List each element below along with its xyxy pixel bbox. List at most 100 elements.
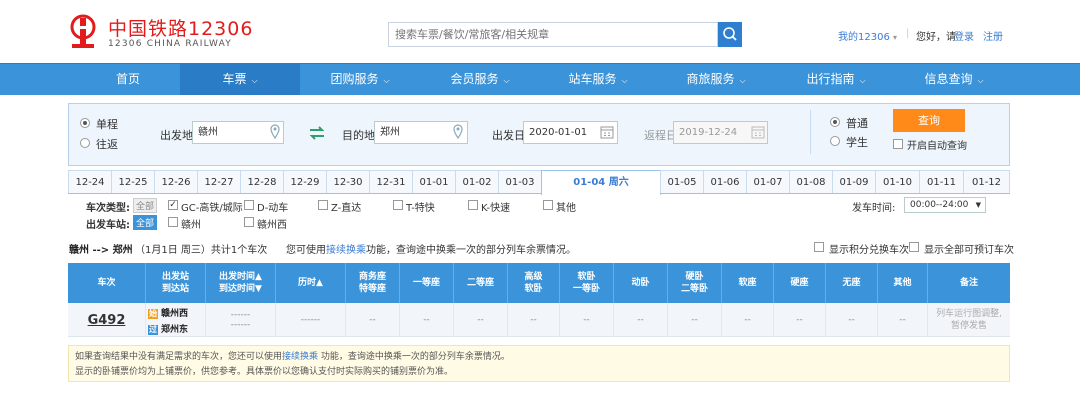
search-button[interactable] — [718, 22, 742, 47]
location-pin-icon[interactable] — [270, 124, 280, 140]
tab-date[interactable]: 12-31 — [369, 170, 413, 193]
date-summary: （1月1日 周三）共计1个车次 — [135, 245, 268, 256]
checkbox-ganzhou[interactable] — [168, 217, 178, 227]
train-type-d: D-动车 — [257, 203, 289, 214]
col-stations[interactable]: 出发站 到达站 — [146, 263, 206, 303]
tab-date[interactable]: 12-25 — [111, 170, 155, 193]
show-points-checkbox[interactable] — [814, 242, 824, 252]
transfer-link[interactable]: 接续换乘 — [282, 352, 318, 362]
col-emu-sleeper: 动卧 — [614, 263, 668, 303]
depart-station-label: 出发车站: — [86, 220, 130, 231]
main-nav: 首页 车票 ⌵ 团购服务 ⌵ 会员服务 ⌵ 站车服务 ⌵ 商旅服务 ⌵ 出行指南 ⌵ 信息查… — [0, 63, 1080, 95]
register-link[interactable]: 注册 — [983, 28, 1003, 43]
railway-logo-icon[interactable] — [68, 14, 98, 50]
seat-cell: -- — [508, 303, 560, 337]
from-station[interactable]: 赣州西 — [161, 309, 188, 319]
seat-cell: -- — [400, 303, 454, 337]
tab-date[interactable]: 12-28 — [240, 170, 284, 193]
tab-date[interactable]: 01-07 — [746, 170, 790, 193]
checkbox-k[interactable] — [468, 200, 478, 210]
nav-item-member[interactable]: 会员服务 ⌵ — [420, 64, 540, 95]
seat-cell: -- — [454, 303, 508, 337]
chevron-down-icon: ⌵ — [859, 76, 866, 85]
col-soft-seat: 软座 — [722, 263, 774, 303]
depart-time-select[interactable]: 00:00--24:00 ▼ — [904, 197, 986, 213]
tab-date[interactable]: 01-12 — [963, 170, 1010, 193]
transfer-link[interactable]: 接续换乘 — [326, 245, 366, 256]
divider — [810, 110, 811, 154]
round-trip-radio[interactable] — [80, 138, 90, 148]
search-icon — [723, 27, 737, 41]
to-station[interactable]: 郑州东 — [161, 325, 188, 335]
chevron-down-icon: ⌵ — [739, 76, 746, 85]
show-all-checkbox[interactable] — [909, 242, 919, 252]
nav-item-guide[interactable]: 出行指南 ⌵ — [776, 64, 896, 95]
tab-date[interactable]: 12-24 — [68, 170, 112, 193]
calendar-icon[interactable] — [600, 125, 614, 139]
location-pin-icon[interactable] — [453, 124, 463, 140]
tab-date[interactable]: 01-08 — [789, 170, 833, 193]
one-way-radio[interactable] — [80, 118, 90, 128]
tab-date[interactable]: 12-30 — [326, 170, 370, 193]
query-button[interactable]: 查询 — [893, 109, 965, 132]
ticket-student-radio[interactable] — [830, 136, 840, 146]
pass-station-icon: 过 — [148, 324, 158, 335]
col-business: 商务座 特等座 — [346, 263, 400, 303]
my-account-link[interactable]: 我的12306 ▾ — [838, 28, 897, 43]
ticket-student-label: 学生 — [846, 136, 868, 149]
auto-query-checkbox[interactable] — [893, 139, 903, 149]
logo-title[interactable]: 中国铁路12306 — [108, 14, 253, 41]
nav-item-group[interactable]: 团购服务 ⌵ — [300, 64, 420, 95]
checkbox-t[interactable] — [393, 200, 403, 210]
col-other: 其他 — [878, 263, 928, 303]
train-type-z: Z-直达 — [331, 203, 362, 214]
chevron-down-icon: ▼ — [975, 201, 981, 209]
swap-stations-icon[interactable] — [309, 126, 325, 140]
checkbox-ganzhou-west[interactable] — [244, 217, 254, 227]
train-type-all[interactable]: 全部 — [133, 198, 158, 213]
col-times[interactable]: 出发时间▲ 到达时间▼ — [206, 263, 276, 303]
tab-date[interactable]: 12-26 — [154, 170, 198, 193]
times-cell: ------ ------ — [206, 303, 276, 337]
nav-item-business[interactable]: 商旅服务 ⌵ — [656, 64, 776, 95]
nav-item-home[interactable]: 首页 — [68, 64, 188, 95]
tab-date[interactable]: 01-05 — [660, 170, 704, 193]
checkbox-d[interactable] — [244, 200, 254, 210]
ticket-normal-radio[interactable] — [830, 117, 840, 127]
depart-date-label: 出发日 — [492, 129, 525, 142]
search-input[interactable] — [389, 23, 717, 46]
tab-date-selected[interactable]: 01-04 周六 — [541, 170, 661, 195]
tab-date[interactable]: 01-03 — [498, 170, 542, 193]
col-soft-sleeper: 软卧 一等卧 — [560, 263, 614, 303]
checkbox-other[interactable] — [543, 200, 553, 210]
checkbox-z[interactable] — [318, 200, 328, 210]
notice-line-2: 显示的卧铺票价均为上铺票价，供您参考。具体票价以您确认支付时实际购买的铺别票价为… — [75, 367, 454, 377]
train-number-link[interactable]: G492 — [68, 303, 146, 337]
nav-item-station[interactable]: 站车服务 ⌵ — [538, 64, 658, 95]
table-row: G492 始赣州西 过郑州东 ------ ------ ------ -- --… — [68, 303, 1010, 337]
tab-date[interactable]: 12-29 — [283, 170, 327, 193]
tab-date[interactable]: 01-02 — [455, 170, 499, 193]
transfer-tip: 您可使用接续换乘功能，查询途中换乘一次的部分列车余票情况。 — [286, 245, 576, 256]
tab-date[interactable]: 01-11 — [919, 170, 964, 193]
seat-cell: -- — [774, 303, 826, 337]
train-type-other: 其他 — [556, 203, 576, 214]
checkbox-gc[interactable]: ✓ — [168, 200, 178, 210]
seat-cell: -- — [826, 303, 878, 337]
tab-date[interactable]: 01-01 — [412, 170, 456, 193]
nav-item-info[interactable]: 信息查询 ⌵ — [894, 64, 1014, 95]
station-ganzhou: 赣州 — [181, 220, 201, 231]
search-box[interactable] — [388, 22, 718, 47]
login-link[interactable]: 登录 — [954, 28, 974, 43]
calendar-icon[interactable] — [751, 125, 765, 139]
tab-date[interactable]: 12-27 — [197, 170, 241, 193]
nav-item-tickets[interactable]: 车票 ⌵ — [180, 64, 300, 95]
col-train: 车次 — [68, 263, 146, 303]
tab-date[interactable]: 01-06 — [703, 170, 747, 193]
seat-cell: -- — [668, 303, 722, 337]
train-type-t: T-特快 — [406, 203, 435, 214]
tab-date[interactable]: 01-10 — [875, 170, 920, 193]
depart-station-all[interactable]: 全部 — [133, 215, 158, 230]
tab-date[interactable]: 01-09 — [832, 170, 876, 193]
col-duration[interactable]: 历时▲ — [276, 263, 346, 303]
